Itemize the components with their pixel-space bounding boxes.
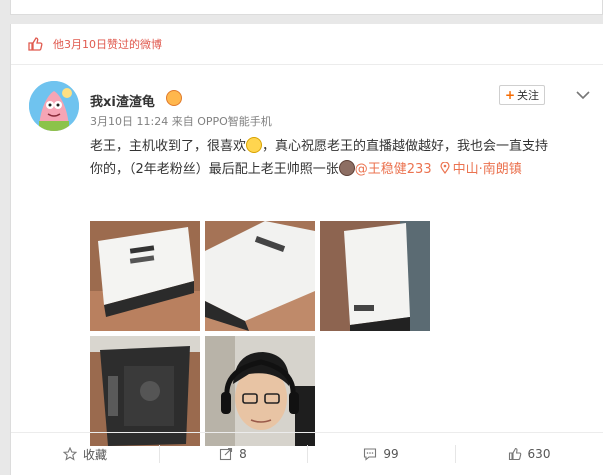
comment-icon [363,447,377,461]
happy-emoji-icon [246,137,263,153]
like-button[interactable]: 630 [455,433,603,475]
repost-icon [219,447,233,461]
feed-post: 我xi渣渣龟 3月10日 11:24 来自 OPPO智能手机 + 关注 老王，主… [11,65,603,453]
location-link[interactable]: 中山·南朗镇 [453,162,522,177]
photo-1[interactable] [90,221,200,331]
repost-count: 8 [239,447,247,461]
photo-3[interactable] [320,221,430,331]
post-text-part: ，真心祝愿老王的直播越做越好，我也会一直支持 [262,139,549,154]
star-icon [62,447,77,461]
previous-card [10,0,603,15]
post-meta: 3月10日 11:24 来自 OPPO智能手机 [90,113,272,129]
like-count: 630 [527,447,551,461]
post-text-part: 老王，主机收到了，很喜欢 [90,139,247,154]
favorite-label: 收藏 [82,447,107,462]
plus-icon: + [504,88,516,102]
post-time[interactable]: 3月10日 11:24 [90,115,168,128]
vip-badge-icon [166,90,182,106]
repost-button[interactable]: 8 [159,433,307,475]
comment-count: 99 [383,447,399,461]
avatar[interactable] [29,81,79,131]
feed-card: 他3月10日赞过的微博 我xi渣渣龟 3月10日 11:24 来自 OPPO智能… [10,24,603,475]
post-source[interactable]: OPPO智能手机 [197,115,272,128]
face-emoji-icon [338,160,355,176]
like-icon [508,447,522,461]
favorite-button[interactable]: 收藏 [11,433,159,475]
comment-button[interactable]: 99 [307,433,455,475]
photo-2[interactable] [205,221,315,331]
post-text-part: 你的，（2年老粉丝）最后配上老王帅照一张 [90,162,339,177]
thumbs-up-icon [27,36,43,52]
post-text: 老王，主机收到了，很喜欢 ，真心祝愿老王的直播越做越好，我也会一直支持 你的，（2… [90,135,595,181]
location-pin-icon [440,159,450,175]
mention-link[interactable]: @王稳健233 [355,162,432,177]
follow-label: 关注 [517,89,540,102]
liked-bar-text: 他3月10日赞过的微博 [53,38,162,51]
action-bar: 收藏 8 99 630 [11,432,603,475]
source-prefix: 来自 [171,115,194,128]
follow-button[interactable]: + 关注 [499,85,545,105]
liked-bar: 他3月10日赞过的微博 [11,24,603,65]
photo-4[interactable] [90,336,200,446]
username[interactable]: 我xi渣渣龟 [90,91,155,110]
photo-5-selfie[interactable] [205,336,315,446]
chevron-down-icon[interactable] [576,85,590,100]
